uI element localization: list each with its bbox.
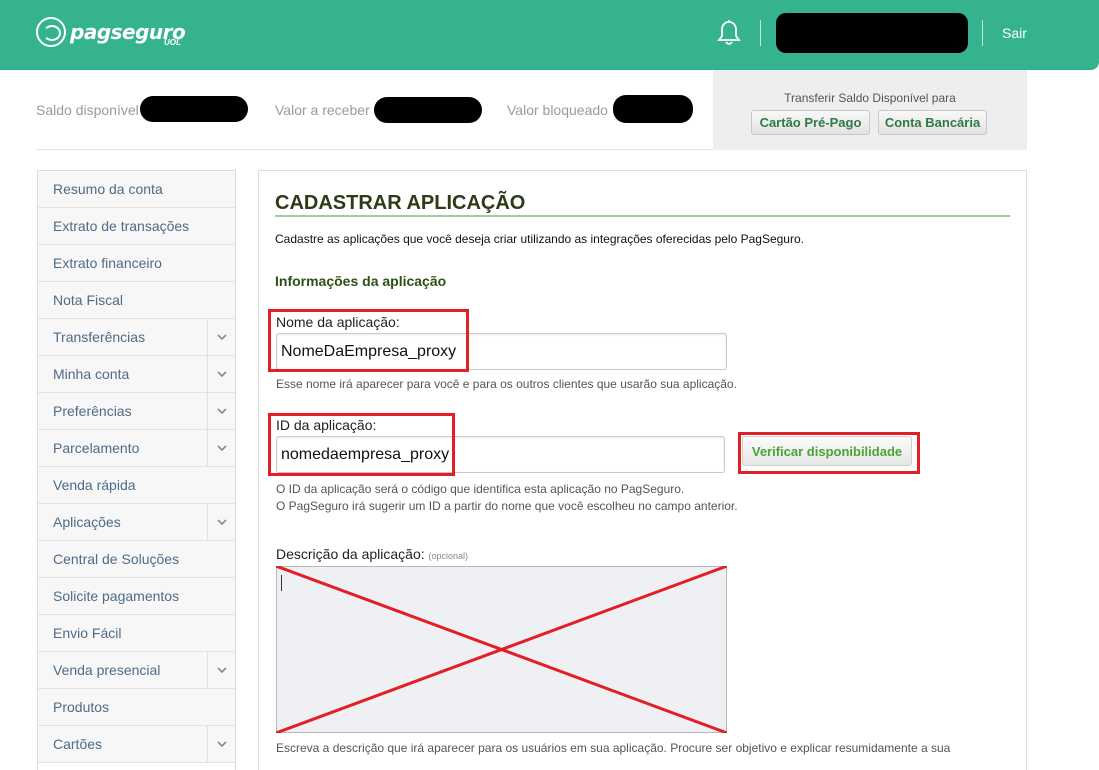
sidebar-item[interactable]: Resumo da conta (38, 171, 235, 208)
available-balance-label: Saldo disponível (36, 102, 139, 118)
sidebar-item-label: Envio Fácil (53, 625, 122, 641)
sidebar-item[interactable]: Envio Fácil (38, 615, 235, 652)
cross-out-annotation (276, 566, 727, 733)
sidebar-item-label: Aplicações (53, 514, 121, 530)
sidebar-item-label: Venda presencial (53, 662, 161, 678)
highlight-box-app-id (268, 413, 455, 476)
pagseguro-logo[interactable]: pagseguro UOL (36, 17, 186, 47)
sidebar-item[interactable]: Nota Fiscal (38, 282, 235, 319)
redacted-available-balance (140, 96, 248, 122)
optional-tag: (opcional) (428, 551, 469, 561)
highlight-box-verify (738, 432, 920, 474)
balance-bar: Saldo disponível Valor a receber Valor b… (36, 70, 713, 150)
sidebar-item-label: Minha conta (53, 366, 130, 382)
blocked-label: Valor bloqueado (507, 102, 608, 118)
sidebar-item[interactable]: Aplicações (38, 504, 235, 541)
chevron-down-icon[interactable] (207, 504, 235, 540)
sidebar-item[interactable]: Minha conta (38, 356, 235, 393)
transfer-title: Transferir Saldo Disponível para (784, 91, 956, 105)
chevron-down-icon[interactable] (207, 393, 235, 429)
redacted-to-receive (374, 97, 482, 123)
header-divider (982, 20, 983, 46)
chevron-down-icon[interactable] (207, 319, 235, 355)
sidebar-item[interactable]: Produtos (38, 689, 235, 726)
sidebar-item[interactable]: Cartões (38, 726, 235, 763)
top-header: pagseguro UOL Sair (0, 0, 1099, 70)
intro-text: Cadastre as aplicações que você deseja c… (275, 232, 804, 246)
bank-account-button[interactable]: Conta Bancária (878, 110, 987, 135)
title-underline (275, 215, 1010, 217)
chevron-down-icon[interactable] (207, 726, 235, 762)
description-hint: Escreva a descrição que irá aparecer par… (276, 741, 951, 755)
sidebar-item-label: Solicite pagamentos (53, 588, 180, 604)
app-id-hint-1: O ID da aplicação será o código que iden… (276, 482, 685, 496)
sidebar-item-label: Central de Soluções (53, 551, 180, 567)
sidebar-item[interactable]: Extrato financeiro (38, 245, 235, 282)
transfer-panel: Transferir Saldo Disponível para Cartão … (713, 70, 1027, 150)
section-heading: Informações da aplicação (275, 273, 447, 289)
to-receive-label: Valor a receber (275, 102, 370, 118)
sidebar-item[interactable]: Parcelamento (38, 430, 235, 467)
logo-mark-icon (36, 17, 66, 47)
sidebar-item-label: Resumo da conta (53, 181, 163, 197)
highlight-box-app-name (268, 309, 469, 372)
sidebar-item[interactable]: Venda rápida (38, 467, 235, 504)
sidebar-item-label: Produtos (53, 699, 110, 715)
prepaid-card-button[interactable]: Cartão Pré-Pago (751, 110, 870, 135)
sidebar-item[interactable]: Extrato de transações (38, 208, 235, 245)
sidebar-nav: Resumo da conta Extrato de transações Extr… (37, 170, 236, 770)
sidebar-item-label: Extrato de transações (53, 218, 190, 234)
header-divider (760, 20, 761, 46)
sidebar-item[interactable]: Solicite pagamentos (38, 578, 235, 615)
chevron-down-icon[interactable] (207, 356, 235, 392)
main-panel: CADASTRAR APLICAÇÃO Cadastre as aplicaçõ… (258, 170, 1027, 770)
sidebar-item[interactable]: Transferências (38, 319, 235, 356)
sidebar-item[interactable]: Preferências (38, 393, 235, 430)
app-id-hint-2: O PagSeguro irá sugerir um ID a partir d… (276, 499, 738, 513)
logo-sub-text: UOL (164, 38, 181, 47)
sidebar-item[interactable]: Venda presencial (38, 652, 235, 689)
description-label: Descrição da aplicação: (opcional) (276, 546, 468, 562)
sidebar-item-label: Preferências (53, 403, 132, 419)
sidebar-item-label: Transferências (53, 329, 146, 345)
description-label-text: Descrição da aplicação: (276, 546, 425, 562)
sidebar-item-label: Cartões (53, 736, 103, 752)
logout-link[interactable]: Sair (1002, 25, 1027, 41)
sidebar-item-label: Venda rápida (53, 477, 136, 493)
sidebar-item-label: Extrato financeiro (53, 255, 162, 271)
sidebar-item-label: Parcelamento (53, 440, 140, 456)
page-title: CADASTRAR APLICAÇÃO (275, 192, 526, 214)
bell-icon[interactable] (716, 19, 742, 47)
redacted-blocked (613, 95, 693, 123)
sidebar-item-label: Nota Fiscal (53, 292, 124, 308)
chevron-down-icon[interactable] (207, 430, 235, 466)
app-name-hint: Esse nome irá aparecer para você e para … (276, 377, 737, 391)
redacted-user-name[interactable] (776, 13, 968, 53)
chevron-down-icon[interactable] (207, 652, 235, 688)
sidebar-item[interactable]: Central de Soluções (38, 541, 235, 578)
